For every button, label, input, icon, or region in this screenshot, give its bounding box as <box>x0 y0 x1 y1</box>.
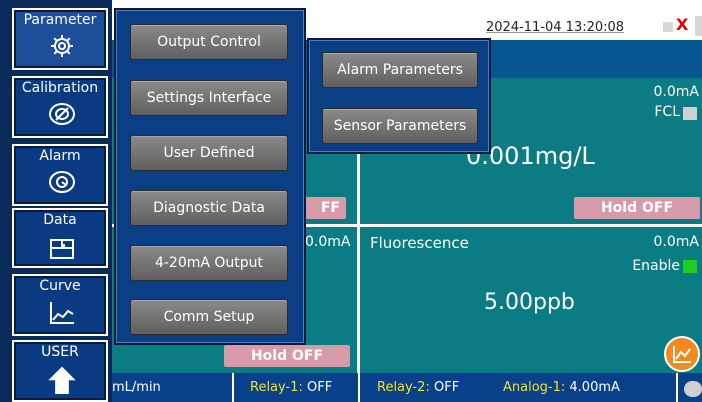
relay-1-status: Relay-1: OFF <box>250 380 332 395</box>
analog-1-value: 4.00mA <box>569 380 620 395</box>
nav-alarm[interactable]: Alarm <box>12 144 108 206</box>
window-control[interactable] <box>663 22 673 32</box>
menu-diagnostic-data[interactable]: Diagnostic Data <box>130 190 288 226</box>
trend-chart-button[interactable] <box>664 336 700 372</box>
gear-icon <box>51 35 73 57</box>
hold-status-badge[interactable]: Hold OFF <box>224 345 350 367</box>
status-divider <box>232 373 234 402</box>
measurement-value: 5.00ppb <box>484 290 575 315</box>
nav-parameter[interactable]: Parameter <box>12 8 108 70</box>
close-button[interactable]: X <box>676 15 688 34</box>
nav-calibration[interactable]: Calibration <box>12 76 108 138</box>
nav-data[interactable]: Data <box>12 208 108 268</box>
nav-calibration-label: Calibration <box>21 80 99 96</box>
timestamp: 2024-11-04 13:20:08 <box>486 20 625 35</box>
flow-unit: mL/min <box>112 380 161 395</box>
nav-alarm-label: Alarm <box>39 148 81 164</box>
menu-output-control[interactable]: Output Control <box>130 24 288 60</box>
data-icon <box>50 239 74 259</box>
home-icon <box>48 366 76 394</box>
status-divider <box>676 373 678 402</box>
nav-curve[interactable]: Curve <box>12 274 108 336</box>
menu-user-defined[interactable]: User Defined <box>130 135 288 171</box>
hold-status-badge[interactable]: Hold OFF <box>574 197 700 219</box>
nav-parameter-label: Parameter <box>23 12 97 28</box>
menu-4-20ma-output[interactable]: 4-20mA Output <box>130 245 288 281</box>
relay-2-status: Relay-2: OFF <box>377 380 459 395</box>
relay-1-value: OFF <box>306 380 333 395</box>
curve-icon <box>50 302 74 324</box>
analog-output-value: 0.0mA <box>653 234 699 250</box>
relay-1-label: Relay-1: <box>250 380 303 395</box>
fcl-label: FCL <box>654 104 680 120</box>
trend-chart-icon <box>673 346 691 363</box>
menu-comm-setup[interactable]: Comm Setup <box>130 299 288 335</box>
relay-2-value: OFF <box>433 380 460 395</box>
analog-output-value: 0.0mA <box>305 234 351 250</box>
submenu-sensor-parameters[interactable]: Sensor Parameters <box>322 108 478 144</box>
submenu-alarm-parameters[interactable]: Alarm Parameters <box>322 52 478 88</box>
analog-1-status: Analog-1: 4.00mA <box>503 380 620 395</box>
panel-title: Fluorescence <box>370 234 469 252</box>
calibration-icon <box>49 103 75 125</box>
nav-user-label: USER <box>41 344 79 360</box>
fcl-toggle[interactable] <box>683 107 697 120</box>
status-divider <box>358 373 360 402</box>
enable-toggle[interactable] <box>683 260 697 273</box>
analog-output-value: 0.0mA <box>653 84 699 100</box>
alarm-icon <box>49 171 75 193</box>
nav-curve-label: Curve <box>39 278 81 294</box>
relay-2-label: Relay-2: <box>377 380 430 395</box>
enable-label: Enable <box>632 258 680 274</box>
status-indicator <box>684 381 702 397</box>
menu-settings-interface[interactable]: Settings Interface <box>130 80 288 116</box>
nav-data-label: Data <box>43 212 77 228</box>
analog-1-label: Analog-1: <box>503 380 566 395</box>
window-edge <box>695 16 702 36</box>
nav-user[interactable]: USER <box>12 340 108 402</box>
